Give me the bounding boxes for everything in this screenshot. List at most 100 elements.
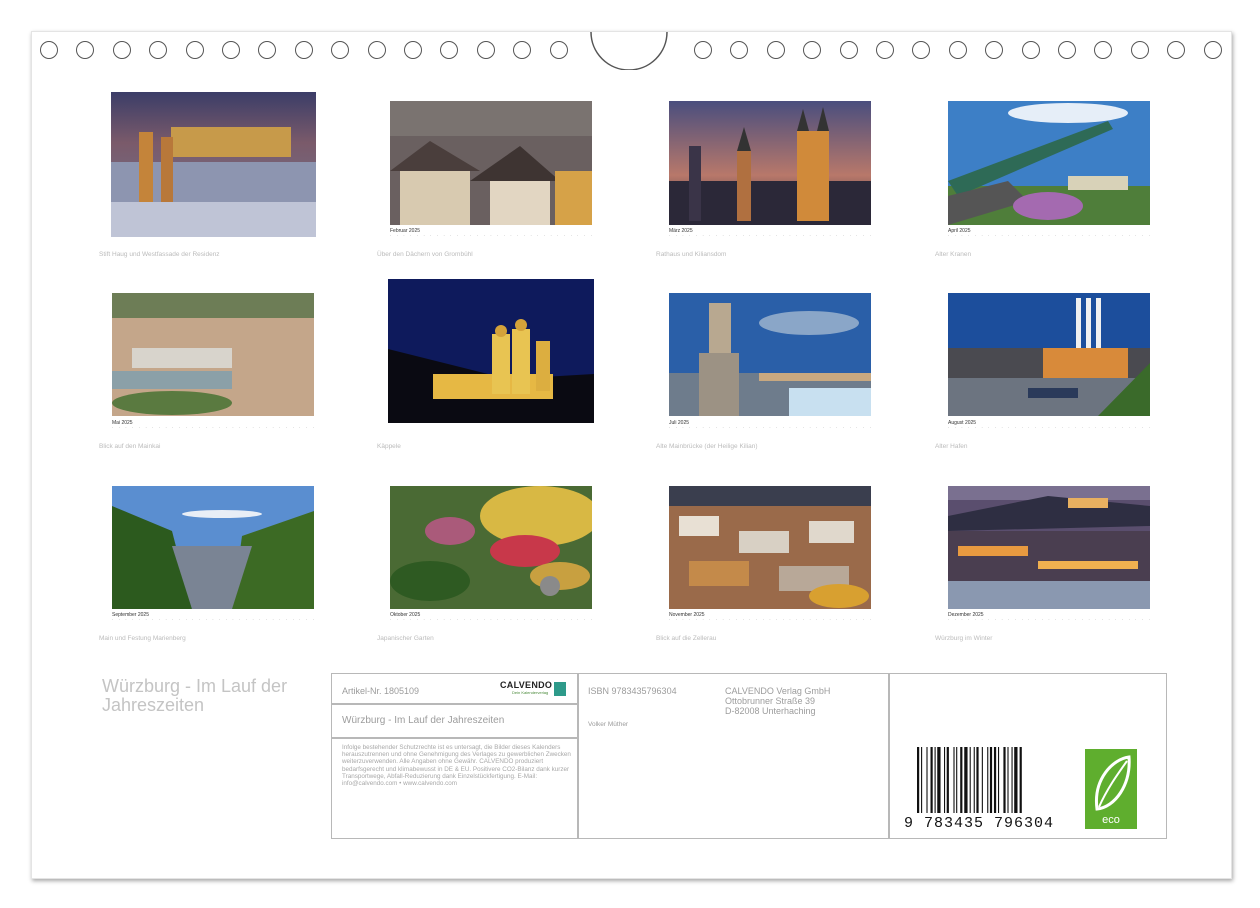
binding-hole (40, 41, 58, 59)
day-grid-march: · · · · · · · · · · · · · · · · · · · · · · · · · · · · · · · (669, 234, 871, 241)
day-tick: · (762, 618, 764, 622)
day-tick: · (550, 234, 552, 238)
day-tick: · (523, 234, 525, 238)
day-tick: · (537, 618, 539, 622)
month-label-may: Mai 2025 (112, 420, 133, 426)
day-tick: · (1061, 426, 1063, 430)
day-tick: · (557, 618, 559, 622)
day-tick: · (802, 618, 804, 622)
day-tick: · (695, 426, 697, 430)
day-tick: · (239, 618, 241, 622)
day-tick: · (510, 234, 512, 238)
day-tick: · (1088, 234, 1090, 238)
day-tick: · (416, 618, 418, 622)
day-tick: · (497, 234, 499, 238)
day-tick: · (563, 618, 566, 622)
day-tick: · (456, 618, 459, 622)
day-tick: · (988, 618, 990, 622)
day-tick: · (443, 234, 445, 238)
day-tick: · (689, 426, 691, 430)
day-tick: · (292, 618, 294, 622)
day-tick: · (390, 234, 392, 238)
day-tick: · (961, 618, 963, 622)
day-tick: · (158, 618, 160, 622)
day-tick: · (1008, 618, 1010, 622)
day-tick: · (285, 426, 288, 430)
day-tick: · (796, 618, 798, 622)
day-tick: · (299, 618, 301, 622)
day-tick: · (1028, 234, 1030, 238)
day-tick: · (430, 618, 432, 622)
day-tick: · (974, 426, 976, 430)
day-tick: · (1001, 426, 1003, 430)
day-tick: · (1108, 426, 1110, 430)
day-tick: · (543, 618, 545, 622)
photo-august (948, 293, 1150, 416)
day-tick: · (483, 618, 485, 622)
day-tick: · (762, 234, 764, 238)
day-tick: · (410, 234, 412, 238)
day-tick: · (776, 234, 778, 238)
day-tick: · (709, 618, 711, 622)
day-tick: · (476, 234, 479, 238)
day-tick: · (729, 618, 731, 622)
day-tick: · (822, 618, 824, 622)
day-tick: · (1014, 234, 1017, 238)
day-tick: · (682, 426, 684, 430)
day-tick: · (1121, 426, 1124, 430)
day-tick: · (1061, 618, 1063, 622)
day-tick: · (456, 234, 459, 238)
day-tick: · (145, 426, 147, 430)
day-tick: · (709, 234, 711, 238)
day-tick: · (948, 426, 950, 430)
day-tick: · (869, 234, 871, 238)
day-tick: · (981, 618, 983, 622)
day-tick: · (185, 426, 187, 430)
caption-october: Japanischer Garten (377, 635, 434, 642)
day-tick: · (443, 618, 445, 622)
day-tick: · (396, 234, 398, 238)
day-tick: · (1008, 234, 1010, 238)
day-tick: · (856, 426, 858, 430)
day-tick: · (981, 426, 983, 430)
binding-hole (1058, 41, 1076, 59)
day-tick: · (503, 234, 505, 238)
day-tick: · (1048, 426, 1050, 430)
binding-hole (912, 41, 931, 59)
day-tick: · (954, 234, 956, 238)
day-tick: · (862, 234, 865, 238)
day-tick: · (252, 426, 254, 430)
day-tick: · (463, 618, 465, 622)
day-tick: · (530, 618, 532, 622)
day-tick: · (1148, 426, 1150, 430)
day-tick: · (1141, 618, 1144, 622)
day-tick: · (836, 234, 838, 238)
photo-june (388, 279, 594, 423)
photo-september (112, 486, 314, 609)
day-tick: · (476, 618, 479, 622)
day-tick: · (762, 426, 764, 430)
calvendo-logo-mark (554, 682, 566, 696)
day-tick: · (503, 618, 505, 622)
publisher-name: CALVENDO Verlag GmbH (725, 686, 831, 696)
day-tick: · (305, 426, 308, 430)
day-tick: · (232, 618, 234, 622)
eco-badge: eco (1085, 749, 1137, 829)
day-tick: · (1115, 234, 1117, 238)
day-tick: · (749, 618, 751, 622)
day-tick: · (988, 234, 990, 238)
day-tick: · (1128, 426, 1130, 430)
day-tick: · (112, 426, 114, 430)
day-tick: · (245, 426, 247, 430)
day-tick: · (968, 234, 970, 238)
day-tick: · (689, 618, 691, 622)
day-tick: · (1014, 618, 1017, 622)
day-tick: · (856, 618, 858, 622)
day-tick: · (749, 426, 751, 430)
day-tick: · (259, 618, 261, 622)
day-tick: · (305, 618, 308, 622)
day-tick: · (212, 426, 214, 430)
day-tick: · (543, 234, 545, 238)
day-tick: · (729, 426, 731, 430)
day-tick: · (789, 618, 791, 622)
